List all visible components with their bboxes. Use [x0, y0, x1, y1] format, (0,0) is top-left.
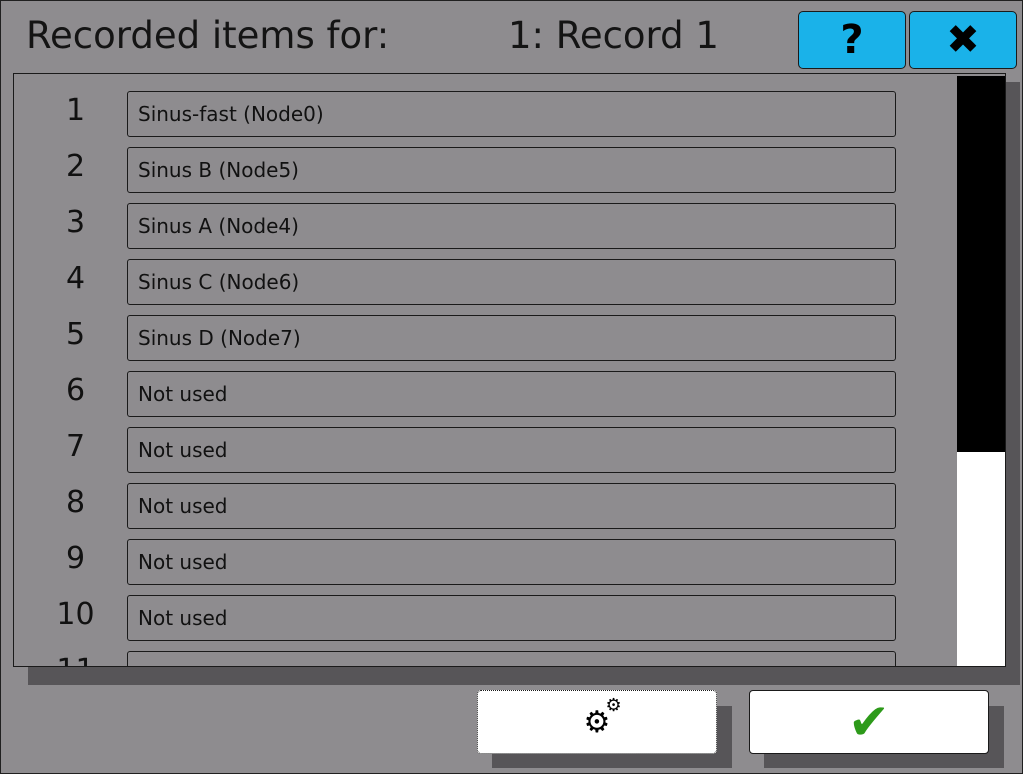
list-item: 7 Not used: [14, 427, 914, 475]
item-number: 10: [56, 597, 95, 632]
close-icon: ✖: [946, 17, 980, 63]
list-item: 2 Sinus B (Node5): [14, 147, 914, 195]
item-number: 11: [28, 653, 123, 666]
item-field[interactable]: Sinus D (Node7): [127, 315, 896, 361]
item-number: 9: [65, 541, 86, 576]
list-item: 8 Not used: [14, 483, 914, 531]
list-item: 4 Sinus C (Node6): [14, 259, 914, 307]
item-number: 3: [65, 205, 86, 240]
settings-button[interactable]: ⚙ ⚙: [477, 690, 717, 754]
list-item: 11: [14, 651, 914, 666]
item-number: 5: [65, 317, 86, 352]
item-field[interactable]: Not used: [127, 371, 896, 417]
item-number: 4: [65, 261, 86, 296]
record-name: 1: Record 1: [508, 14, 719, 57]
item-field[interactable]: Sinus A (Node4): [127, 203, 896, 249]
scrollbar-thumb[interactable]: [957, 452, 1005, 666]
help-button[interactable]: ?: [798, 11, 906, 69]
item-field[interactable]: Sinus-fast (Node0): [127, 91, 896, 137]
item-number: 6: [65, 373, 86, 408]
item-field[interactable]: [127, 651, 896, 666]
list-item: 5 Sinus D (Node7): [14, 315, 914, 363]
item-field[interactable]: Not used: [127, 427, 896, 473]
item-number: 1: [65, 93, 86, 128]
item-field[interactable]: Not used: [127, 539, 896, 585]
item-field[interactable]: Sinus C (Node6): [127, 259, 896, 305]
item-field[interactable]: Not used: [127, 483, 896, 529]
list-item: 6 Not used: [14, 371, 914, 419]
checkmark-icon: ✔: [848, 693, 890, 751]
item-field[interactable]: Not used: [127, 595, 896, 641]
item-number: 8: [65, 485, 86, 520]
page-title: Recorded items for:: [26, 14, 390, 57]
list-item: 10 Not used: [14, 595, 914, 643]
ok-button[interactable]: ✔: [749, 690, 989, 754]
list-item: 3 Sinus A (Node4): [14, 203, 914, 251]
list-item: 9 Not used: [14, 539, 914, 587]
item-field[interactable]: Sinus B (Node5): [127, 147, 896, 193]
item-number: 2: [65, 149, 86, 184]
list-item: 1 Sinus-fast (Node0): [14, 91, 914, 139]
items-list: 1 Sinus-fast (Node0) 2 Sinus B (Node5) 3 Sinu…: [13, 73, 1006, 667]
help-icon: ?: [840, 17, 864, 63]
gears-icon: ⚙ ⚙: [583, 694, 622, 740]
item-number: 7: [65, 429, 86, 464]
close-button[interactable]: ✖: [909, 11, 1017, 69]
